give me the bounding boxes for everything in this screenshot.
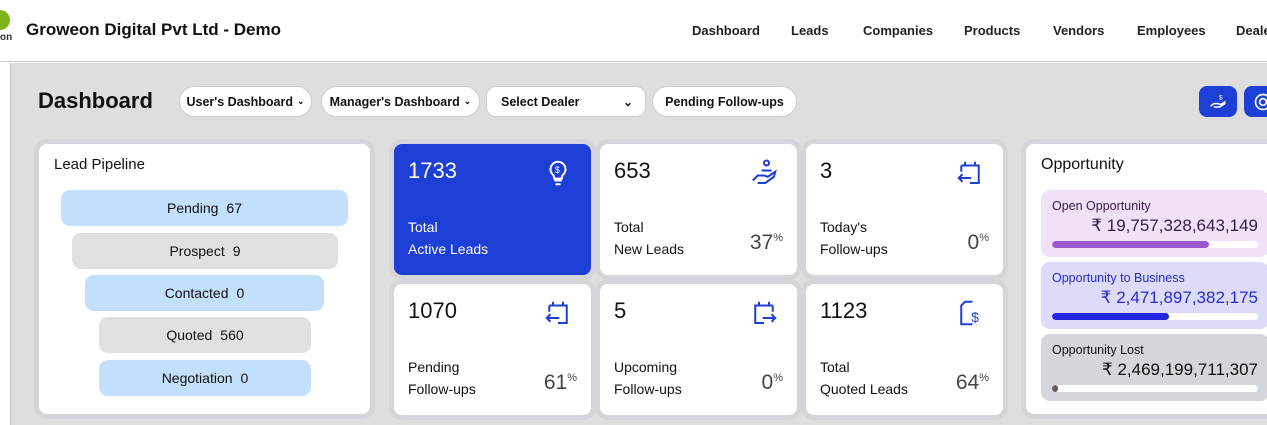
pipeline-stage-negotiation[interactable]: Negotiation 0 bbox=[99, 360, 311, 396]
stat-value: 3 bbox=[820, 158, 833, 183]
stat-card[interactable]: 3 Today's Follow-ups 0% bbox=[806, 144, 1003, 275]
pipeline-stage-contacted[interactable]: Contacted 0 bbox=[85, 275, 324, 311]
svg-text:$: $ bbox=[555, 165, 560, 175]
stage-count: 9 bbox=[232, 243, 241, 259]
managers-dashboard-dropdown[interactable]: Manager's Dashboard ⌄ bbox=[321, 86, 480, 117]
stat-card[interactable]: 1733 $ Total Active Leads bbox=[394, 144, 591, 275]
stat-label-line1: Pending bbox=[408, 359, 460, 375]
stat-label-line1: Total bbox=[408, 219, 438, 235]
opportunity-item[interactable]: Opportunity Lost ₹ 2,469,199,711,307 bbox=[1041, 334, 1267, 401]
opportunity-label: Opportunity Lost bbox=[1052, 343, 1144, 357]
chevron-down-icon: ⌄ bbox=[622, 94, 633, 109]
pipeline-stage-pending[interactable]: Pending 67 bbox=[61, 190, 348, 226]
opportunity-progress-bar bbox=[1052, 241, 1258, 248]
opportunity-amount: ₹ 2,471,897,382,175 bbox=[1100, 288, 1258, 307]
target-icon bbox=[1254, 93, 1267, 110]
stage-label: Pending bbox=[167, 200, 219, 216]
stat-label-line1: Total bbox=[820, 359, 850, 375]
opportunity-amount: ₹ 2,469,199,711,307 bbox=[1101, 360, 1258, 379]
opportunity-title: Opportunity bbox=[1041, 156, 1124, 173]
stage-label: Quoted bbox=[166, 327, 213, 343]
stat-label-line2: Quoted Leads bbox=[820, 381, 908, 397]
document-dollar-icon: $ bbox=[960, 300, 979, 326]
select-dealer-dropdown[interactable]: Select Dealer ⌄ bbox=[486, 86, 646, 117]
pipeline-stage-quoted[interactable]: Quoted 560 bbox=[99, 317, 311, 353]
nav-leads[interactable]: Leads bbox=[791, 23, 829, 38]
stage-label: Contacted bbox=[164, 285, 229, 301]
stage-label: Negotiation bbox=[161, 370, 233, 386]
calendar-arrow-left-icon bbox=[957, 161, 980, 184]
opportunity-progress-fill bbox=[1052, 385, 1059, 392]
stage-label: Prospect bbox=[169, 243, 225, 259]
stat-percent: 0% bbox=[761, 371, 783, 394]
lightbulb-dollar-icon: $ bbox=[549, 160, 567, 186]
nav-employees[interactable]: Employees bbox=[1137, 23, 1206, 38]
pipeline-stage-prospect[interactable]: Prospect 9 bbox=[72, 233, 338, 269]
stat-label-line2: Follow-ups bbox=[820, 241, 888, 257]
users-dashboard-dropdown[interactable]: User's Dashboard ⌄ bbox=[179, 86, 312, 117]
opportunity-amount: ₹ 19,757,328,643,149 bbox=[1091, 216, 1258, 235]
opportunity-progress-bar bbox=[1052, 385, 1258, 392]
stat-card[interactable]: 1070 Pending Follow-ups 61% bbox=[394, 284, 591, 415]
nav-dealers[interactable]: Dealers bbox=[1236, 23, 1267, 38]
pending-followups-button[interactable]: Pending Follow-ups bbox=[652, 86, 797, 117]
chevron-down-icon: ⌄ bbox=[296, 96, 305, 106]
sidebar-collapsed bbox=[0, 63, 11, 425]
nav-products[interactable]: Products bbox=[964, 23, 1020, 38]
stat-card[interactable]: 1123 $ Total Quoted Leads 64% bbox=[806, 284, 1003, 415]
lead-pipeline-title: Lead Pipeline bbox=[54, 156, 145, 173]
opportunity-progress-fill bbox=[1052, 313, 1170, 320]
opportunity-item[interactable]: Opportunity to Business ₹ 2,471,897,382,… bbox=[1041, 262, 1267, 329]
svg-text:$: $ bbox=[1219, 94, 1223, 101]
opportunity-label: Opportunity to Business bbox=[1052, 271, 1185, 285]
stat-percent: 37% bbox=[749, 231, 783, 254]
users-dashboard-label: User's Dashboard bbox=[186, 94, 293, 109]
stat-label-line2: Follow-ups bbox=[408, 381, 476, 397]
opportunity-label: Open Opportunity bbox=[1052, 199, 1151, 213]
hand-user-icon bbox=[752, 159, 777, 184]
stat-label-line1: Upcoming bbox=[614, 359, 678, 375]
nav-dashboard[interactable]: Dashboard bbox=[692, 23, 760, 38]
stat-value: 1070 bbox=[408, 298, 457, 323]
stat-label-line1: Today's bbox=[820, 219, 868, 235]
stat-value: 653 bbox=[614, 158, 651, 183]
stat-percent: 61% bbox=[543, 371, 577, 394]
stat-card[interactable]: 5 Upcoming Follow-ups 0% bbox=[600, 284, 797, 415]
nav-companies[interactable]: Companies bbox=[863, 23, 933, 38]
lead-pipeline-card: Lead Pipeline Pending 67 Prospect 9 Contac… bbox=[39, 144, 370, 414]
company-logo[interactable]: on bbox=[0, 8, 14, 58]
stat-percent: 64% bbox=[955, 371, 989, 394]
stat-card[interactable]: 653 Total New Leads 37% bbox=[600, 144, 797, 275]
hand-dollar-icon: $ bbox=[1210, 94, 1226, 108]
stage-count: 560 bbox=[220, 327, 244, 343]
opportunity-progress-fill bbox=[1052, 241, 1209, 248]
opportunity-progress-bar bbox=[1052, 313, 1258, 320]
calendar-arrow-left-icon bbox=[545, 301, 568, 324]
nav-vendors[interactable]: Vendors bbox=[1053, 23, 1104, 38]
select-dealer-label: Select Dealer bbox=[501, 94, 580, 109]
svg-text:$: $ bbox=[971, 310, 979, 325]
opportunity-card: Opportunity Open Opportunity ₹ 19,757,32… bbox=[1026, 144, 1267, 414]
managers-dashboard-label: Manager's Dashboard bbox=[329, 94, 460, 109]
stat-label-line2: Active Leads bbox=[408, 241, 489, 257]
stage-count: 67 bbox=[226, 200, 242, 216]
stage-count: 0 bbox=[240, 370, 249, 386]
stat-label-line1: Total bbox=[614, 219, 644, 235]
stat-value: 1123 bbox=[820, 298, 868, 323]
opportunity-item[interactable]: Open Opportunity ₹ 19,757,328,643,149 bbox=[1041, 190, 1267, 257]
page-title: Dashboard bbox=[38, 88, 153, 113]
target-button[interactable] bbox=[1244, 86, 1267, 117]
calendar-arrow-right-icon bbox=[754, 301, 777, 324]
hand-dollar-button[interactable]: $ bbox=[1199, 86, 1237, 117]
stat-percent: 0% bbox=[967, 231, 989, 254]
chevron-down-icon: ⌄ bbox=[463, 96, 472, 106]
stat-value: 1733 bbox=[408, 158, 457, 183]
app-title: Groweon Digital Pvt Ltd - Demo bbox=[26, 20, 282, 39]
stat-label-line2: Follow-ups bbox=[614, 381, 682, 397]
stat-label-line2: New Leads bbox=[614, 241, 685, 257]
stat-value: 5 bbox=[614, 298, 627, 323]
stage-count: 0 bbox=[236, 285, 245, 301]
